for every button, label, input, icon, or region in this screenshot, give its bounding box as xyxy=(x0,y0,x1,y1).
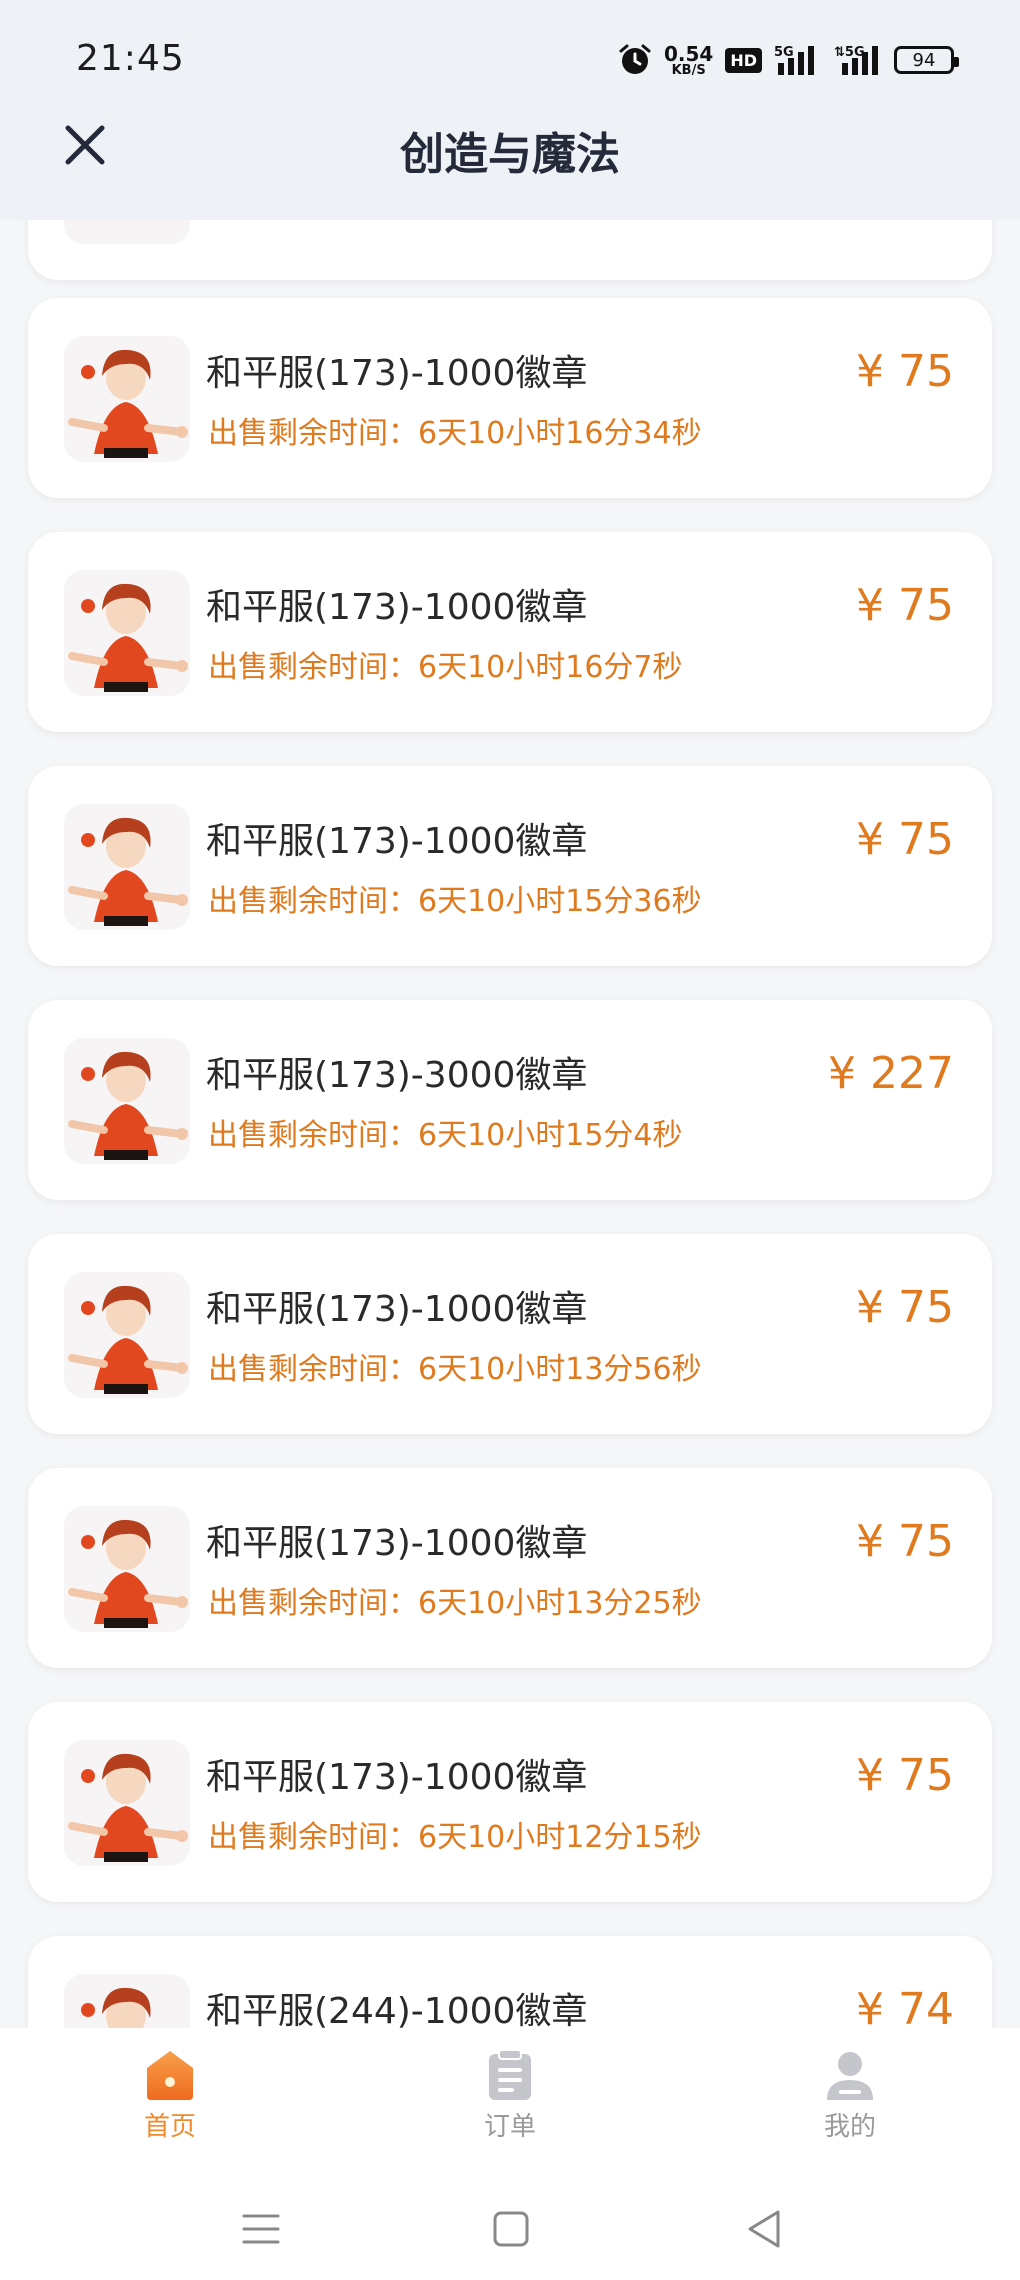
tab-profile-label: 我的 xyxy=(823,2112,876,2142)
item-price: ¥ 75 xyxy=(856,1516,954,1567)
home-icon xyxy=(147,2051,193,2100)
item-remaining-time: 出售剩余时间：6天10小时16分34秒 xyxy=(208,416,702,451)
page-title: 创造与魔法 xyxy=(400,129,620,180)
item-name: 和平服(173)-1000徽章 xyxy=(206,587,588,628)
item-thumbnail xyxy=(64,1272,190,1398)
item-price: ¥ 227 xyxy=(828,1048,954,1099)
character-avatar-icon xyxy=(68,1519,188,1628)
profile-icon xyxy=(827,2052,873,2100)
item-price: ¥ 75 xyxy=(856,580,954,631)
network-speed: 0.54 KB/S xyxy=(664,44,713,77)
header: 21:45 0.54 KB/S HD 5G ⇅5G 94 创造与魔法 xyxy=(0,0,1020,220)
tab-home[interactable]: 首页 xyxy=(90,2048,250,2168)
item-remaining-time: 出售剩余时间：6天10小时13分56秒 xyxy=(208,1352,702,1387)
listing-list: 和平服(173)-1000徽章 出售剩余时间：6天10小时16分34秒 ¥ 75… xyxy=(0,220,1020,2028)
signal-5g-icon: 5G xyxy=(774,45,814,75)
item-price: ¥ 75 xyxy=(856,1282,954,1333)
item-thumbnail xyxy=(64,220,190,244)
item-remaining-time: 出售剩余时间：6天10小时13分25秒 xyxy=(208,1586,702,1621)
battery-level: 94 xyxy=(912,49,936,71)
character-avatar-icon xyxy=(68,1753,188,1862)
item-remaining-time: 出售剩余时间：6天10小时12分15秒 xyxy=(208,1820,702,1855)
status-icons: 0.54 KB/S HD 5G ⇅5G 94 xyxy=(618,38,959,82)
character-avatar-icon xyxy=(81,1987,151,2028)
character-avatar-icon xyxy=(68,1285,188,1394)
item-thumbnail xyxy=(64,1038,190,1164)
tab-orders-label: 订单 xyxy=(483,2112,536,2142)
svg-text:⇅5G: ⇅5G xyxy=(834,45,865,60)
item-price: ¥ 75 xyxy=(856,1750,954,1801)
item-name: 和平服(173)-1000徽章 xyxy=(206,1289,588,1330)
item-thumbnail xyxy=(64,570,190,696)
item-price: ¥ 74 xyxy=(856,1984,954,2028)
hd-voice-icon: HD xyxy=(725,47,762,73)
home-button-icon[interactable] xyxy=(486,2204,536,2254)
network-speed-value: 0.54 xyxy=(663,41,714,66)
item-name: 和平服(173)-3000徽章 xyxy=(206,1055,588,1096)
item-name: 和平服(173)-1000徽章 xyxy=(206,821,588,862)
back-icon[interactable] xyxy=(740,2204,790,2254)
list-item[interactable]: 和平服(173)-1000徽章 出售剩余时间：6天10小时15分36秒 ¥ 75 xyxy=(28,766,992,966)
order-icon xyxy=(489,2049,531,2100)
tab-orders[interactable]: 订单 xyxy=(430,2048,590,2168)
list-item[interactable]: 和平服(173)-1000徽章 出售剩余时间：6天10小时12分15秒 ¥ 75 xyxy=(28,1702,992,1902)
network-speed-unit: KB/S xyxy=(671,62,706,78)
tab-home-label: 首页 xyxy=(143,2112,196,2142)
list-item[interactable]: 和平服(173)-1000徽章 出售剩余时间：6天10小时13分25秒 ¥ 75 xyxy=(28,1468,992,1668)
character-avatar-icon xyxy=(68,349,188,458)
item-thumbnail xyxy=(64,1506,190,1632)
character-avatar-icon xyxy=(68,1051,188,1160)
item-thumbnail xyxy=(64,336,190,462)
item-name: 和平服(173)-1000徽章 xyxy=(206,1523,588,1564)
item-name: 和平服(173)-1000徽章 xyxy=(206,353,588,394)
menu-icon[interactable] xyxy=(236,2204,286,2254)
status-time: 21:45 xyxy=(76,38,185,79)
item-thumbnail xyxy=(64,1974,190,2028)
item-name: 和平服(244)-1000徽章 xyxy=(206,1991,588,2028)
list-item[interactable]: 和平服(173)-1000徽章 出售剩余时间：6天10小时16分34秒 ¥ 75 xyxy=(28,298,992,498)
svg-text:5G: 5G xyxy=(774,45,794,60)
item-thumbnail xyxy=(64,804,190,930)
item-name: 和平服(173)-1000徽章 xyxy=(206,1757,588,1798)
item-price: ¥ 75 xyxy=(856,346,954,397)
list-item[interactable]: 和平服(173)-1000徽章 出售剩余时间：6天10小时13分56秒 ¥ 75 xyxy=(28,1234,992,1434)
list-item[interactable]: 和平服(173)-3000徽章 出售剩余时间：6天10小时15分4秒 ¥ 227 xyxy=(28,1000,992,1200)
signal-5g-secondary-icon: ⇅5G xyxy=(834,45,878,75)
item-remaining-time: 出售剩余时间：6天10小时15分4秒 xyxy=(208,1118,683,1153)
list-item-partial[interactable] xyxy=(28,220,992,280)
list-item[interactable]: 和平服(173)-1000徽章 出售剩余时间：6天10小时16分7秒 ¥ 75 xyxy=(28,532,992,732)
battery-icon: 94 xyxy=(894,46,959,74)
list-item[interactable]: 和平服(244)-1000徽章 ¥ 74 xyxy=(28,1936,992,2028)
item-remaining-time: 出售剩余时间：6天10小时15分36秒 xyxy=(208,884,702,919)
bottom-tab-bar: 首页 订单 我的 xyxy=(0,2028,1020,2178)
item-price: ¥ 75 xyxy=(856,814,954,865)
alarm-clock-icon xyxy=(619,44,651,74)
system-nav-bar xyxy=(0,2178,1020,2280)
character-avatar-icon xyxy=(68,817,188,926)
item-thumbnail xyxy=(64,1740,190,1866)
status-bar: 21:45 0.54 KB/S HD 5G ⇅5G 94 xyxy=(0,0,1020,120)
tab-profile[interactable]: 我的 xyxy=(770,2048,930,2168)
item-remaining-time: 出售剩余时间：6天10小时16分7秒 xyxy=(208,650,683,685)
character-avatar-icon xyxy=(68,583,188,692)
